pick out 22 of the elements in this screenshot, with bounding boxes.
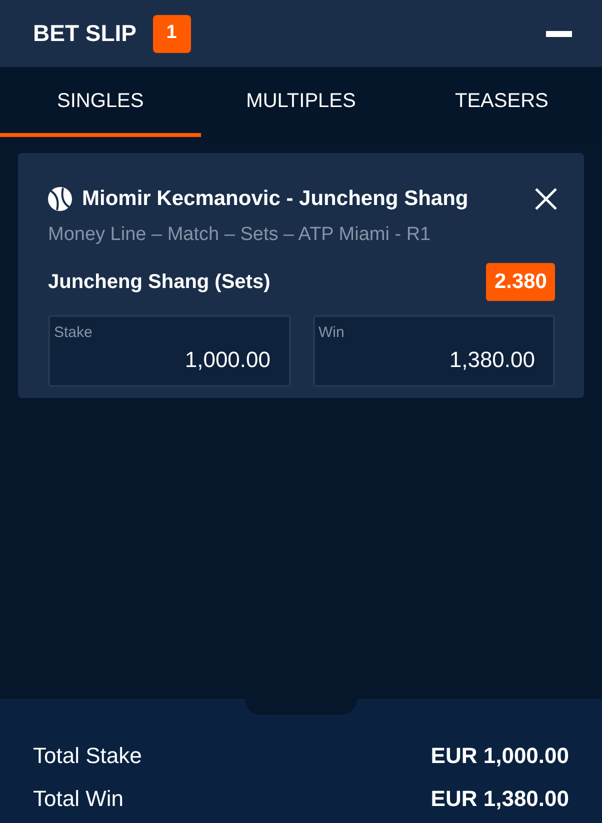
tennis-ball-icon <box>48 186 72 211</box>
field-value: 1,380.00 <box>449 346 536 374</box>
bet-count-badge: 1 <box>152 14 191 52</box>
amount-field[interactable]: Stake 1,000.00 <box>48 315 290 387</box>
close-icon[interactable] <box>534 186 558 211</box>
total-label: Total Win <box>33 785 124 813</box>
field-value: 1,000.00 <box>184 346 272 374</box>
tab[interactable]: TEASERS <box>401 67 602 137</box>
field-label: Stake <box>54 323 94 343</box>
minimize-button[interactable] <box>546 30 572 36</box>
total-label: Total Stake <box>33 742 142 770</box>
tab[interactable]: MULTIPLES <box>200 67 402 137</box>
event-name: Miomir Kecmanovic - Juncheng Shang <box>82 186 468 212</box>
total-value: EUR 1,000.00 <box>430 742 569 770</box>
market-description: Money Line – Match – Sets – ATP Miami - R1 <box>48 222 432 246</box>
field-label: Win <box>318 323 346 343</box>
bet-slip-title: BET SLIP <box>33 19 137 48</box>
tab[interactable]: SINGLES <box>0 67 201 137</box>
amount-field[interactable]: Win 1,380.00 <box>312 315 555 387</box>
total-value: EUR 1,380.00 <box>430 785 569 813</box>
selection-name: Juncheng Shang (Sets) <box>48 270 270 295</box>
odds-badge: 2.380 <box>486 263 555 301</box>
